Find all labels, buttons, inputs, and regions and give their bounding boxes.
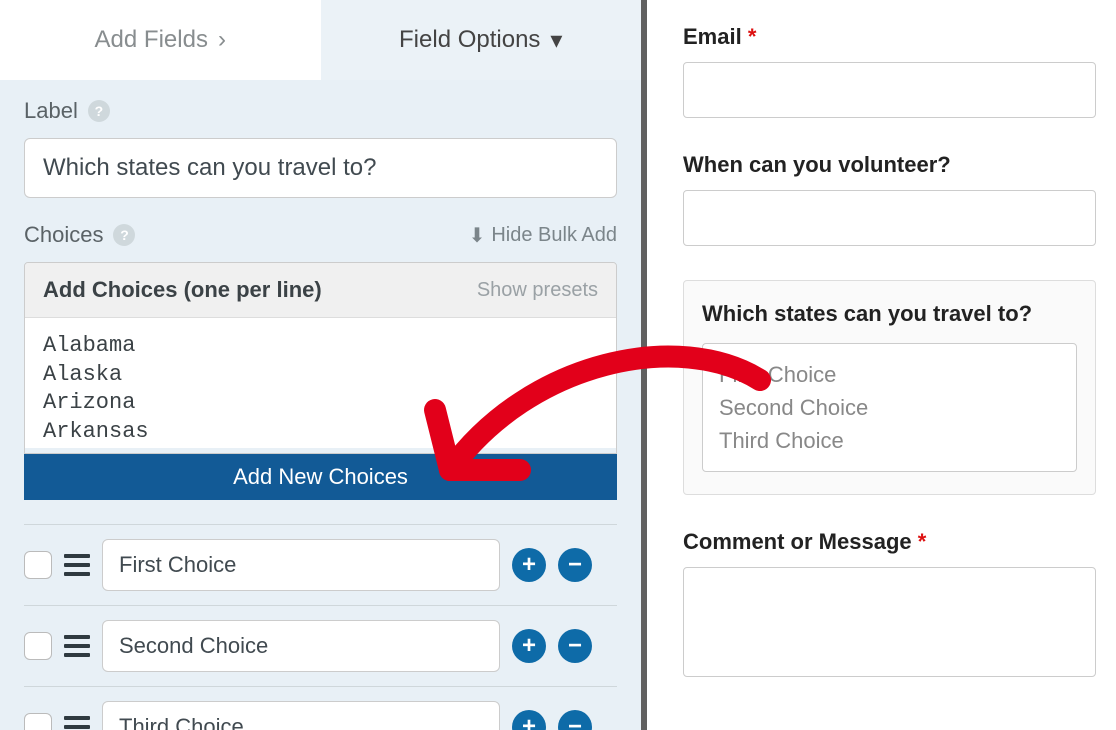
chevron-down-icon: ▾: [550, 26, 562, 55]
choice-list: + − + − + −: [24, 524, 617, 730]
form-preview: Email * When can you volunteer? Which st…: [647, 0, 1116, 730]
choice-row: + −: [24, 524, 617, 606]
choice-default-checkbox[interactable]: [24, 713, 52, 730]
email-input[interactable]: [683, 62, 1096, 118]
tab-field-options[interactable]: Field Options ▾: [321, 0, 642, 80]
hide-bulk-label: Hide Bulk Add: [491, 224, 617, 247]
show-presets-link[interactable]: Show presets: [477, 279, 598, 302]
list-item: Third Choice: [719, 424, 1060, 457]
bulk-add-box: Add Choices (one per line) Show presets: [24, 262, 617, 454]
add-choice-button[interactable]: +: [512, 629, 546, 663]
choice-default-checkbox[interactable]: [24, 551, 52, 579]
remove-choice-button[interactable]: −: [558, 710, 592, 730]
drag-handle-icon[interactable]: [64, 635, 90, 657]
states-label: Which states can you travel to?: [702, 301, 1077, 327]
tab-field-options-label: Field Options: [399, 26, 540, 54]
add-new-choices-button[interactable]: Add New Choices: [24, 454, 617, 500]
volunteer-input[interactable]: [683, 190, 1096, 246]
choices-section-header: Choices ?: [24, 222, 135, 248]
preview-comment-field: Comment or Message *: [683, 529, 1096, 677]
preview-volunteer-field: When can you volunteer?: [683, 152, 1096, 246]
comment-textarea[interactable]: [683, 567, 1096, 677]
field-label-input[interactable]: [24, 138, 617, 198]
choice-input[interactable]: [102, 701, 500, 730]
required-indicator: *: [748, 24, 757, 49]
choice-default-checkbox[interactable]: [24, 632, 52, 660]
choices-title: Choices: [24, 222, 103, 248]
field-options-panel: Add Fields › Field Options ▾ Label ? Cho…: [0, 0, 647, 730]
required-indicator: *: [918, 529, 927, 554]
drag-handle-icon[interactable]: [64, 554, 90, 576]
hide-bulk-add-link[interactable]: ⬇ Hide Bulk Add: [469, 223, 617, 248]
remove-choice-button[interactable]: −: [558, 548, 592, 582]
preview-email-field: Email *: [683, 24, 1096, 118]
download-icon: ⬇: [469, 223, 486, 248]
choice-row: + −: [24, 687, 617, 730]
drag-handle-icon[interactable]: [64, 716, 90, 730]
states-checkbox-list[interactable]: First Choice Second Choice Third Choice: [702, 343, 1077, 472]
email-label: Email *: [683, 24, 1096, 50]
help-icon[interactable]: ?: [88, 100, 110, 122]
volunteer-label: When can you volunteer?: [683, 152, 1096, 178]
list-item: Second Choice: [719, 391, 1060, 424]
choice-row: + −: [24, 606, 617, 687]
chevron-right-icon: ›: [218, 26, 226, 54]
tab-add-fields-label: Add Fields: [95, 26, 208, 54]
panel-tabs: Add Fields › Field Options ▾: [0, 0, 641, 80]
preview-states-field[interactable]: Which states can you travel to? First Ch…: [683, 280, 1096, 495]
remove-choice-button[interactable]: −: [558, 629, 592, 663]
help-icon[interactable]: ?: [113, 224, 135, 246]
add-choice-button[interactable]: +: [512, 548, 546, 582]
tab-add-fields[interactable]: Add Fields ›: [0, 0, 321, 80]
list-item: First Choice: [719, 358, 1060, 391]
label-title: Label: [24, 98, 78, 124]
comment-label: Comment or Message *: [683, 529, 1096, 555]
add-choice-button[interactable]: +: [512, 710, 546, 730]
choice-input[interactable]: [102, 620, 500, 672]
bulk-add-title: Add Choices (one per line): [43, 277, 322, 303]
bulk-choices-textarea[interactable]: [25, 318, 616, 448]
choice-input[interactable]: [102, 539, 500, 591]
label-section-header: Label ?: [24, 98, 617, 124]
